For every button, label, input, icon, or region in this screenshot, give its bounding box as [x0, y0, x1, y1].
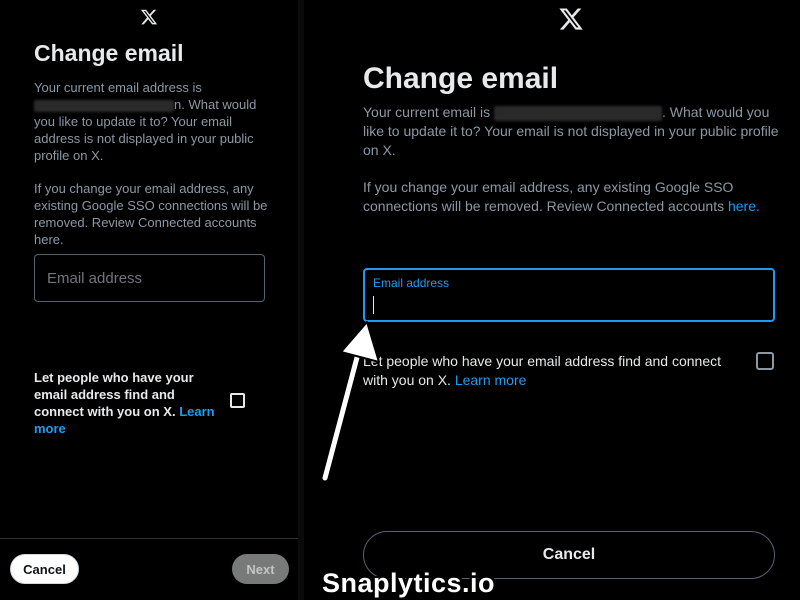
x-logo-icon — [556, 4, 586, 34]
current-email-description: Your current email address is n. What wo… — [34, 80, 257, 163]
learn-more-link[interactable]: Learn more — [455, 372, 527, 388]
x-logo-icon — [138, 6, 160, 28]
next-button[interactable]: Next — [232, 554, 289, 584]
white-arrow-icon — [320, 321, 380, 483]
right-desktop-panel: Change email Your current email is . Wha… — [304, 0, 800, 600]
footer-divider — [0, 538, 298, 539]
email-input-label: Email address — [373, 276, 450, 290]
cancel-button[interactable]: Cancel — [10, 554, 79, 584]
discoverability-checkbox[interactable] — [230, 393, 245, 408]
page-title: Change email — [34, 40, 184, 66]
text-caret — [373, 296, 374, 314]
sso-warning-text: If you change your email address, any ex… — [34, 181, 268, 247]
page-title: Change email — [363, 62, 559, 95]
discoverability-text: Let people who have your email address f… — [34, 370, 215, 436]
email-field[interactable] — [375, 294, 755, 314]
discoverability-text: Let people who have your email address f… — [363, 353, 722, 388]
redacted-email — [34, 99, 174, 112]
discoverability-checkbox[interactable] — [756, 352, 774, 370]
sso-warning-text: If you change your email address, any ex… — [363, 179, 760, 214]
connected-accounts-link[interactable]: here. — [728, 198, 760, 214]
watermark: Snaplytics.io — [322, 568, 496, 598]
redacted-email — [493, 105, 662, 121]
left-mobile-panel: Change email Your current email address … — [0, 0, 298, 600]
email-input-placeholder: Email address — [47, 269, 143, 287]
email-input[interactable]: Email address — [363, 268, 775, 322]
current-email-description: Your current email is . What would you l… — [363, 104, 779, 158]
email-input[interactable]: Email address — [34, 254, 265, 302]
